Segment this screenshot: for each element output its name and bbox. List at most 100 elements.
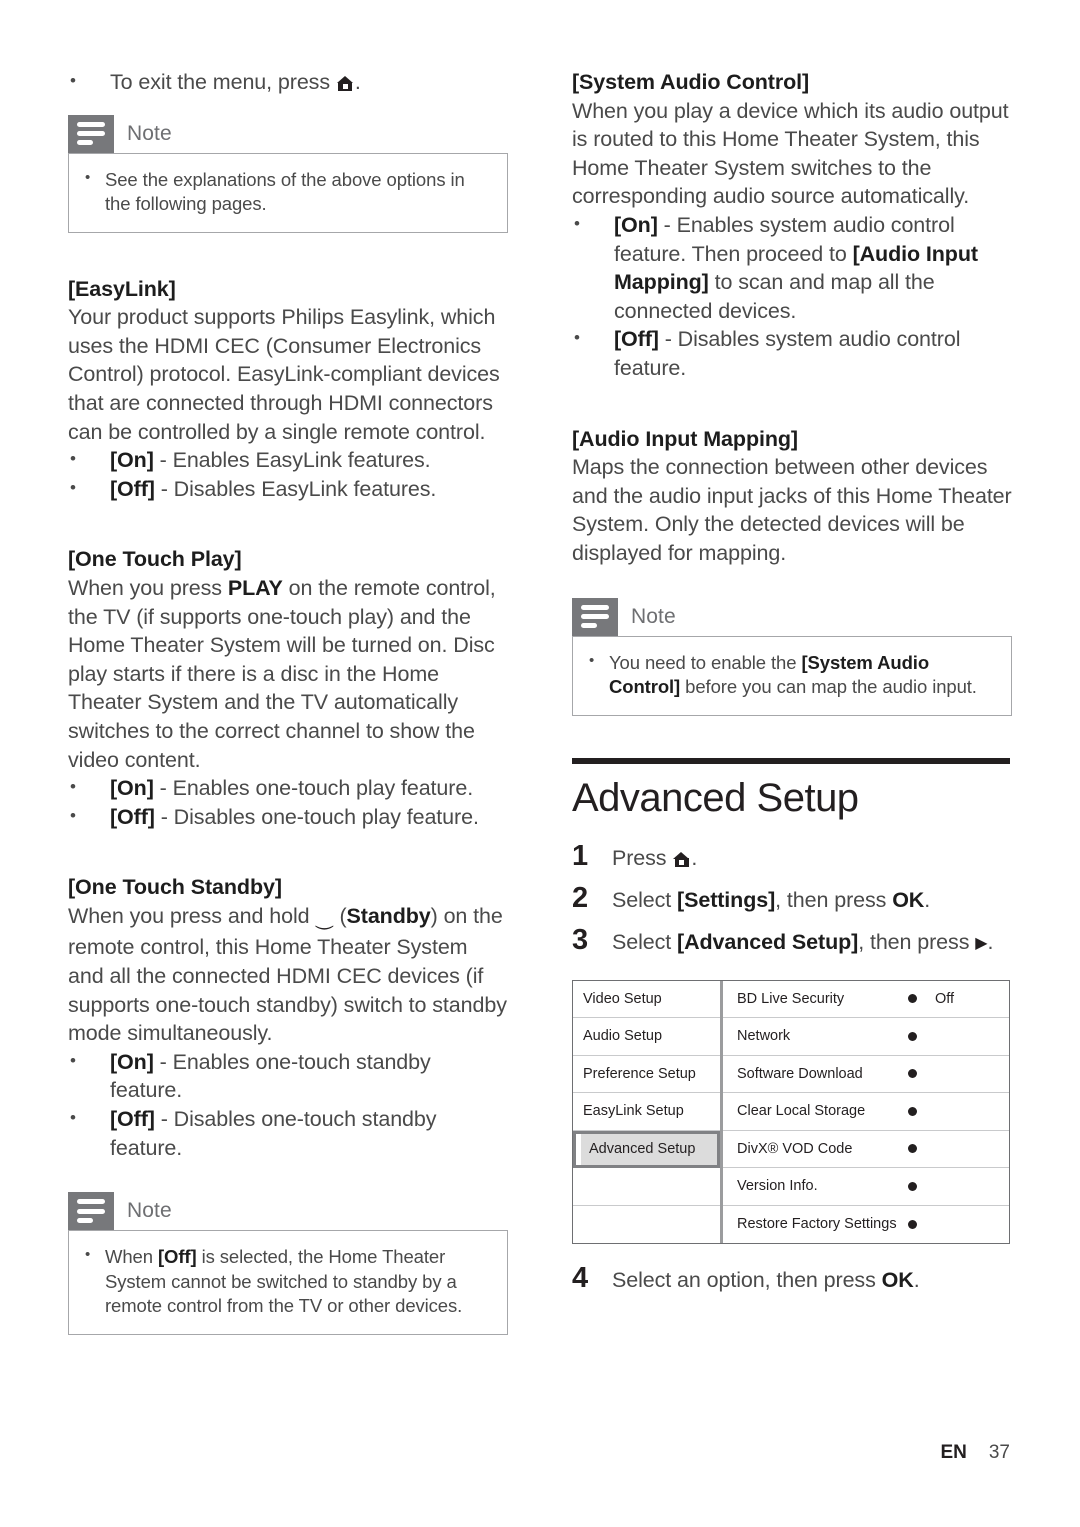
section-heading-audio-input-mapping: [Audio Input Mapping] [572, 426, 798, 451]
option-key: [Off] [110, 476, 155, 501]
note-bullet: See the explanations of the above option… [81, 166, 491, 217]
note-bold: [Off] [157, 1246, 197, 1268]
menu-item-empty-2 [573, 1206, 720, 1244]
step-text: Select an option, then press OK. [612, 1262, 920, 1298]
easylink-paragraph: Your product supports Philips Easylink, … [68, 305, 500, 444]
menu-item-easylink-setup[interactable]: EasyLink Setup [573, 1093, 720, 1131]
bullet-dot-icon [908, 1144, 917, 1154]
submenu-item-label: Version Info. [737, 1178, 818, 1195]
one-touch-play-option-off: [Off] - Disables one-touch play feature. [68, 802, 508, 832]
option-desc: - Disables system audio control feature. [614, 327, 961, 380]
step-text-bold: OK [881, 1268, 914, 1292]
home-icon [673, 851, 690, 867]
left-column: To exit the menu, press . Note See the e… [68, 67, 508, 1335]
step-text-pre: Press [612, 845, 667, 870]
note-title: Note [127, 1199, 172, 1223]
note-header: Note [68, 114, 508, 153]
option-key: [On] [110, 448, 154, 473]
menu-item-preference-setup[interactable]: Preference Setup [573, 1056, 720, 1093]
option-key: [Off] [614, 327, 659, 352]
submenu-item-label: Restore Factory Settings [737, 1216, 897, 1233]
note-part-1: When [105, 1246, 153, 1268]
right-arrow-icon: ▶ [975, 934, 988, 952]
option-desc: - Enables EasyLink features. [159, 448, 431, 473]
paragraph-bold-play: PLAY [227, 575, 283, 600]
step-text-tail: . [913, 1268, 920, 1292]
paragraph-part-2: on the remote control, the TV (if suppor… [68, 575, 496, 772]
step-text-pre: Select [612, 929, 672, 954]
note-box-1: Note See the explanations of the above o… [68, 114, 508, 233]
submenu-item-label: DivX® VOD Code [737, 1140, 853, 1157]
system-audio-option-on: [On] - Enables system audio control feat… [572, 210, 1012, 325]
step-text-bold: [Advanced Setup] [677, 929, 859, 954]
option-desc: - Disables one-touch play feature. [160, 804, 479, 829]
submenu-item-network[interactable]: Network [723, 1018, 1009, 1056]
submenu-item-label: Clear Local Storage [737, 1103, 866, 1120]
bullet-dot-icon [908, 1106, 917, 1116]
footer-page-number: 37 [988, 1442, 1010, 1463]
step-text-tail: . [924, 887, 931, 912]
submenu-item-bd-live-security[interactable]: BD Live Security Off [723, 981, 1009, 1018]
note-box-3: Note You need to enable the [System Audi… [572, 597, 1012, 716]
note-body: You need to enable the [System Audio Con… [572, 635, 1012, 716]
bullet-dot-icon [908, 1069, 917, 1079]
settings-menu-right-panel: BD Live Security Off Network Software Do… [723, 981, 1009, 1244]
section-heading-one-touch-standby: [One Touch Standby] [68, 875, 282, 900]
menu-item-label: Video Setup [583, 990, 662, 1007]
option-desc: - Enables one-touch play feature. [159, 776, 474, 801]
step-text-post: , then press [858, 929, 970, 954]
footer-language: EN [940, 1442, 967, 1463]
submenu-item-divx-vod-code[interactable]: DivX® VOD Code [723, 1131, 1009, 1168]
exit-menu-bullet: To exit the menu, press . [68, 67, 508, 97]
settings-menu-screenshot: Video Setup Audio Setup Preference Setup… [572, 979, 1010, 1244]
home-icon [336, 76, 354, 91]
note-part-1: You need to enable the [609, 651, 797, 673]
easylink-option-on: [On] - Enables EasyLink features. [68, 445, 508, 475]
page-footer: EN 37 [572, 1442, 1010, 1464]
step-number: 4 [572, 1262, 589, 1294]
paragraph-part-1: When you press and hold [68, 903, 310, 928]
note-body: When [Off] is selected, the Home Theater… [68, 1230, 508, 1335]
option-desc: - Disables one-touch standby feature. [110, 1107, 437, 1160]
menu-item-label: Preference Setup [583, 1065, 696, 1082]
one-touch-standby-option-off: [Off] - Disables one-touch standby featu… [68, 1104, 508, 1162]
bullet-dot-icon [908, 1219, 917, 1229]
note-part-2: before you can map the audio input. [685, 676, 977, 697]
submenu-item-label: BD Live Security [737, 990, 845, 1007]
submenu-item-label: Software Download [737, 1065, 863, 1082]
section-heading-system-audio-control: [System Audio Control] [572, 70, 810, 94]
right-column: [System Audio Control] When you play a d… [572, 68, 1012, 1302]
note-bullet: You need to enable the [System Audio Con… [585, 649, 995, 700]
menu-item-video-setup[interactable]: Video Setup [573, 981, 720, 1018]
submenu-item-clear-local-storage[interactable]: Clear Local Storage [723, 1093, 1009, 1131]
step-number: 1 [572, 839, 589, 872]
exit-menu-text: To exit the menu, press [110, 70, 330, 94]
option-key: [Off] [110, 1107, 155, 1132]
submenu-item-version-info[interactable]: Version Info. [723, 1168, 1009, 1206]
option-key: [On] [614, 212, 658, 237]
paragraph-bold-standby: Standby [346, 903, 431, 928]
one-touch-play-paragraph: When you press PLAY on the remote contro… [68, 574, 508, 774]
menu-item-empty-1 [573, 1168, 720, 1206]
submenu-item-label: Network [737, 1028, 791, 1045]
note-box-2: Note When [Off] is selected, the Home Th… [68, 1192, 508, 1335]
menu-item-audio-setup[interactable]: Audio Setup [573, 1018, 720, 1056]
power-standby-icon: ⏝ [315, 907, 334, 929]
paragraph-part-1: When you press [68, 575, 222, 600]
settings-menu-left-panel: Video Setup Audio Setup Preference Setup… [573, 980, 723, 1244]
step-4: 4 Select an option, then press OK. [572, 1260, 1012, 1298]
submenu-item-restore-factory-settings[interactable]: Restore Factory Settings [723, 1206, 1009, 1244]
option-desc: - Disables EasyLink features. [160, 476, 437, 501]
easylink-option-off: [Off] - Disables EasyLink features. [68, 474, 508, 504]
bullet-dot-icon [908, 1181, 917, 1191]
submenu-item-value: Off [935, 990, 955, 1007]
system-audio-control-paragraph: When you play a device which its audio o… [572, 98, 1009, 209]
note-icon [572, 597, 618, 636]
submenu-item-software-download[interactable]: Software Download [723, 1056, 1009, 1093]
menu-item-advanced-setup[interactable]: Advanced Setup [573, 1130, 720, 1168]
option-key: [On] [110, 776, 154, 801]
section-heading-easylink: [EasyLink] [68, 276, 176, 301]
step-text: Select [Settings], then press OK. [612, 882, 930, 918]
note-icon [68, 114, 114, 153]
step-text-pre: Select an option, then press [612, 1268, 876, 1292]
